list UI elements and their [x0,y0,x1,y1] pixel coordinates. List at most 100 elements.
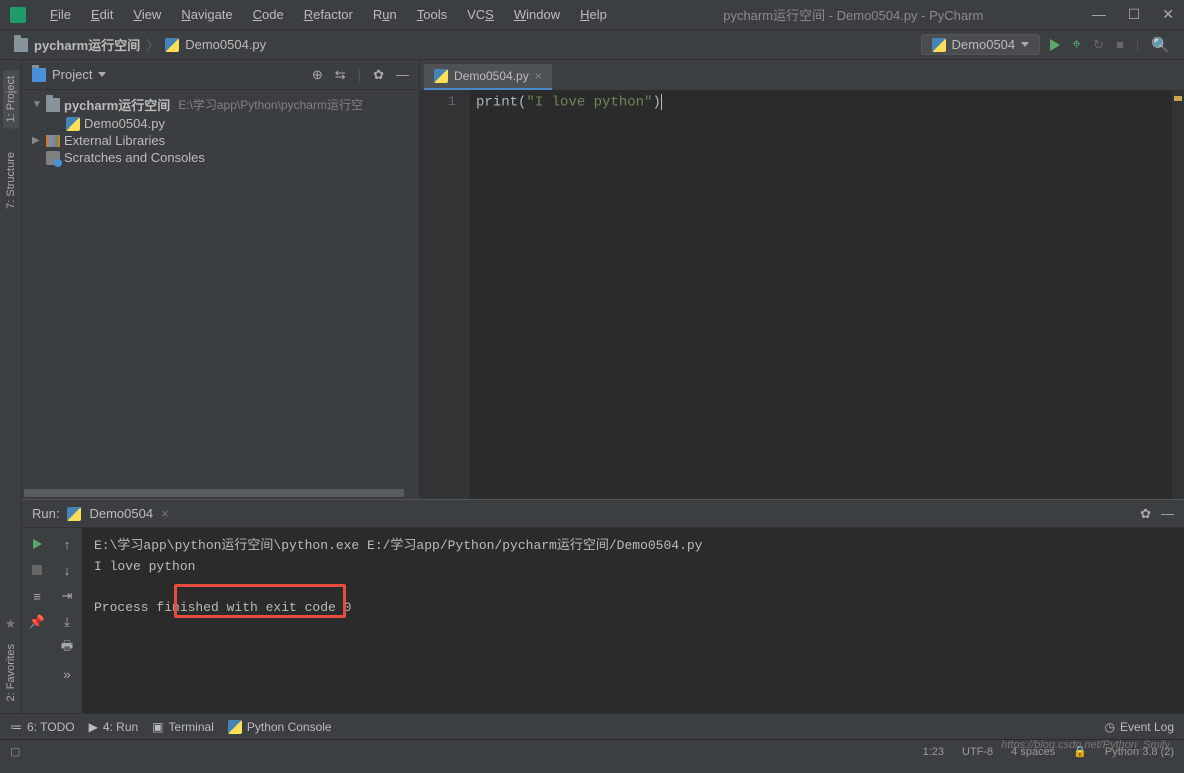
gear-icon[interactable]: ✿ [373,67,384,83]
bottom-run[interactable]: ▶4: Run [89,720,139,734]
navigation-bar: pycharm运行空间 〉 Demo0504.py Demo0504 ⌖ ↻ ■… [0,30,1184,60]
run-header: Run: Demo0504 × ✿ — [22,500,1184,528]
close-icon[interactable]: × [535,69,542,83]
tree-external[interactable]: ▶ External Libraries [22,132,419,149]
run-tab-name[interactable]: Demo0504 [89,506,153,521]
up-icon[interactable]: ↑ [59,536,75,552]
rerun-button[interactable] [29,536,45,552]
console-output[interactable]: E:\学习app\python运行空间\python.exe E:/学习app/… [82,528,1184,713]
debug-button[interactable]: ⌖ [1072,36,1081,54]
project-panel-title[interactable]: Project [52,67,92,82]
editor-marker-strip [1172,90,1184,499]
menu-file[interactable]: File [42,5,79,24]
run-button[interactable] [1050,39,1060,51]
library-icon [46,135,60,147]
menu-window[interactable]: Window [506,5,568,24]
breadcrumb-file[interactable]: Demo0504.py [185,37,266,52]
tree-root-path: E:\学习app\Python\pycharm运行空 [178,96,363,113]
menu-run[interactable]: Run [365,5,405,24]
layout-icon[interactable]: ≡ [29,588,45,604]
hide-icon[interactable]: — [396,67,409,83]
app-icon [10,7,26,23]
tree-root-name: pycharm运行空间 [64,95,170,114]
breadcrumb: pycharm运行空间 〉 Demo0504.py [14,35,266,54]
folder-icon [14,38,28,52]
menu-edit[interactable]: Edit [83,5,121,24]
log-icon: ◷ [1104,720,1114,734]
python-icon [67,507,81,521]
hide-icon[interactable]: — [1161,506,1174,522]
sidebar-tab-favorites[interactable]: 2: Favorites [3,638,19,707]
gear-icon[interactable]: ✿ [1140,506,1151,522]
main-menu: File Edit View Navigate Code Refactor Ru… [42,5,615,24]
tree-scratches[interactable]: Scratches and Consoles [22,149,419,166]
console-output-line: I love python [94,557,1172,578]
down-icon[interactable]: ↓ [59,562,75,578]
more-icon[interactable]: » [59,666,75,682]
run-config-name: Demo0504 [952,37,1016,52]
tree-file[interactable]: Demo0504.py [22,115,419,132]
wrap-icon[interactable]: ⇥ [59,588,75,604]
console-cmd: E:\学习app\python运行空间\python.exe E:/学习app/… [94,536,1172,557]
bottom-toolbar: ≔6: TODO ▶4: Run ▣Terminal Python Consol… [0,713,1184,739]
status-icon[interactable]: ▢ [10,745,20,758]
editor-area: Demo0504.py × 1 print("I love python") [420,60,1184,499]
run-config-selector[interactable]: Demo0504 [921,34,1041,55]
python-icon [66,117,80,131]
project-tree: ▼ pycharm运行空间 E:\学习app\Python\pycharm运行空… [22,90,419,487]
bottom-pyconsole[interactable]: Python Console [228,720,332,734]
chevron-icon: 〉 [146,35,159,54]
breadcrumb-project[interactable]: pycharm运行空间 [34,35,140,54]
editor-tab[interactable]: Demo0504.py × [424,64,552,90]
stop-button[interactable] [29,562,45,578]
caret-position[interactable]: 1:23 [923,746,944,758]
folder-icon [46,98,60,112]
run-label: Run: [32,506,59,521]
menu-help[interactable]: Help [572,5,615,24]
maximize-button[interactable]: ☐ [1128,6,1141,23]
left-tool-strip-bottom: 2: Favorites ★ [0,389,22,714]
bottom-todo[interactable]: ≔6: TODO [10,720,75,734]
scroll-icon[interactable]: ⤓ [59,614,75,630]
menu-code[interactable]: Code [245,5,292,24]
python-icon [932,38,946,52]
coverage-button[interactable]: ↻ [1093,37,1104,53]
bottom-terminal[interactable]: ▣Terminal [152,720,214,734]
star-icon: ★ [5,616,17,632]
watermark: https://blog.csdn.net/Python_Smily [1001,739,1170,751]
locate-icon[interactable]: ⊕ [312,67,323,83]
print-icon[interactable]: 🖶 [59,640,75,656]
tree-file-name: Demo0504.py [84,116,165,131]
collapse-icon[interactable]: ⇆ [335,67,346,83]
sidebar-tab-project[interactable]: 1: Project [3,70,19,128]
minimize-button[interactable]: — [1092,6,1106,23]
menu-vcs[interactable]: VCS [459,5,502,24]
code-line[interactable]: print("I love python") [476,94,1178,111]
sidebar-tab-structure[interactable]: 7: Structure [3,146,19,215]
menu-navigate[interactable]: Navigate [173,5,240,24]
tree-root[interactable]: ▼ pycharm运行空间 E:\学习app\Python\pycharm运行空 [22,94,419,115]
chevron-down-icon[interactable] [98,72,106,77]
project-scrollbar[interactable] [22,487,419,499]
search-button[interactable]: 🔍 [1151,36,1170,54]
python-icon [434,69,448,83]
project-panel: Project ⊕ ⇆ | ✿ — ▼ pycharm运 [22,60,420,499]
tree-external-label: External Libraries [64,133,165,148]
python-icon [228,720,242,734]
close-icon[interactable]: × [161,506,169,521]
menu-tools[interactable]: Tools [409,5,455,24]
close-button[interactable]: ✕ [1162,6,1174,23]
menu-refactor[interactable]: Refactor [296,5,361,24]
python-icon [165,38,179,52]
editor-gutter: 1 [420,90,470,499]
event-log[interactable]: ◷Event Log [1104,720,1174,734]
warning-marker[interactable] [1174,96,1182,101]
menu-view[interactable]: View [125,5,169,24]
editor-tab-label: Demo0504.py [454,69,529,83]
line-number: 1 [424,94,456,110]
pin-icon[interactable]: 📌 [29,614,45,630]
encoding[interactable]: UTF-8 [962,746,993,758]
stop-button[interactable]: ■ [1116,37,1124,52]
code-editor[interactable]: 1 print("I love python") [420,90,1184,499]
project-panel-header: Project ⊕ ⇆ | ✿ — [22,60,419,90]
